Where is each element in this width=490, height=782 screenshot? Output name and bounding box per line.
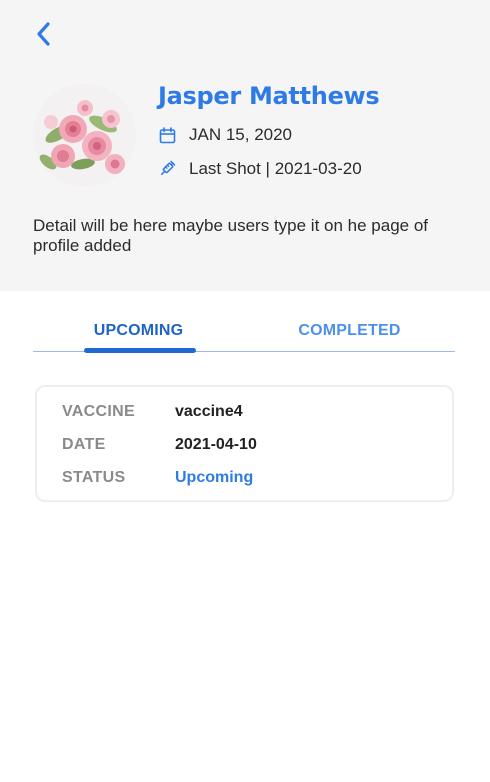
status-value: Upcoming: [175, 469, 254, 486]
status-label: STATUS: [62, 469, 126, 486]
vaccine-row: VACCINE vaccine4: [37, 400, 452, 424]
date-value: 2021-04-10: [175, 436, 257, 453]
vaccine-value: vaccine4: [175, 403, 243, 420]
last-shot-row: Last Shot | 2021-03-20: [158, 158, 362, 180]
vaccine-card[interactable]: VACCINE vaccine4 DATE 2021-04-10 STATUS …: [35, 385, 454, 502]
back-button[interactable]: [28, 18, 58, 50]
chevron-left-icon: [37, 22, 50, 46]
calendar-icon: [158, 126, 176, 144]
status-row: STATUS Upcoming: [37, 466, 452, 490]
tab-completed[interactable]: COMPLETED: [244, 312, 455, 350]
date-row: DATE 2021-04-10: [37, 433, 452, 457]
profile-description: Detail will be here maybe users type it …: [33, 216, 429, 255]
active-tab-indicator: [84, 348, 196, 353]
pink-roses-photo: [33, 84, 136, 187]
avatar: [33, 84, 136, 187]
birth-date-text: JAN 15, 2020: [189, 125, 293, 144]
syringe-icon: [158, 160, 176, 178]
profile-name: Jasper Matthews: [158, 82, 380, 110]
profile-header: Jasper Matthews JAN 15, 2020 Last Shot |…: [0, 0, 490, 291]
birth-date-row: JAN 15, 2020: [158, 124, 292, 146]
tab-upcoming[interactable]: UPCOMING: [33, 312, 244, 350]
last-shot-text: Last Shot | 2021-03-20: [189, 159, 362, 178]
tab-bar: UPCOMING COMPLETED: [33, 312, 455, 353]
date-label: DATE: [62, 436, 106, 453]
vaccine-label: VACCINE: [62, 403, 135, 420]
